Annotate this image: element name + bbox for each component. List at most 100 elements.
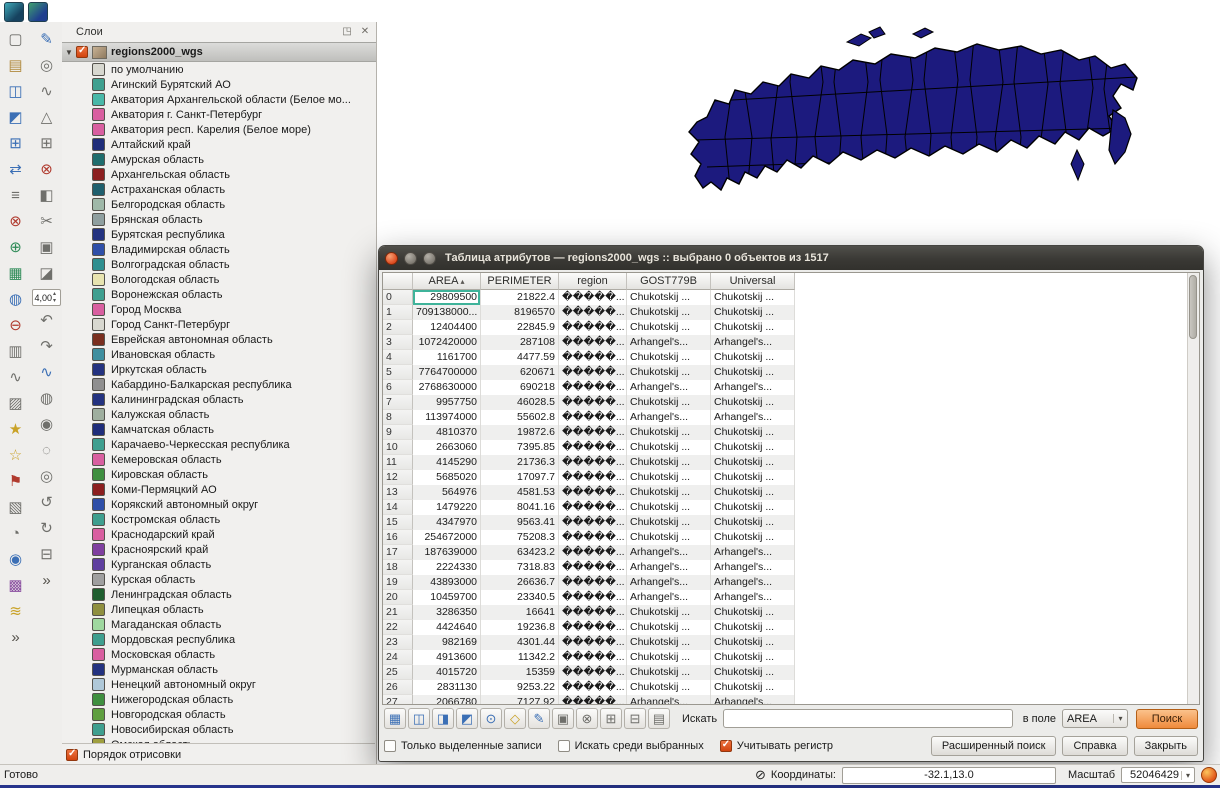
table-cell[interactable]: �����... — [559, 620, 627, 635]
layer-item[interactable]: Камчатская область — [62, 422, 375, 437]
layer-item[interactable]: Мордовская республика — [62, 632, 375, 647]
composer-icon[interactable]: ▧ — [3, 497, 28, 519]
grid-icon[interactable]: ≋ — [3, 601, 28, 623]
layer-item[interactable]: Иркутская область — [62, 362, 375, 377]
layer-item[interactable]: Мурманская область — [62, 662, 375, 677]
layer-item[interactable]: Амурская область — [62, 152, 375, 167]
table-cell[interactable]: 254672000 — [413, 530, 481, 545]
launcher-icon-1[interactable] — [4, 2, 24, 22]
delete-ring-icon[interactable]: ◌ — [34, 440, 59, 462]
table-cell[interactable]: Arhangel's... — [627, 560, 711, 575]
table-row[interactable]: 02980950021822.4�����...Chukotskij ...Ch… — [383, 290, 1199, 305]
table-cell[interactable]: 709138000... — [413, 305, 481, 320]
table-cell[interactable]: Arhangel's... — [627, 335, 711, 350]
column-header-region[interactable]: region — [559, 273, 627, 290]
field-calculator-icon[interactable]: ▤ — [648, 708, 670, 729]
table-cell[interactable]: 1072420000 — [413, 335, 481, 350]
case-sensitive-option[interactable]: Учитывать регистр — [720, 740, 833, 752]
layer-item[interactable]: Акватория респ. Карелия (Белое море) — [62, 122, 375, 137]
table-cell[interactable]: �����... — [559, 425, 627, 440]
table-cell[interactable]: 4581.53 — [481, 485, 559, 500]
table-cell[interactable]: 75208.3 — [481, 530, 559, 545]
table-cell[interactable]: Chukotskij ... — [627, 395, 711, 410]
table-cell[interactable]: Chukotskij ... — [711, 320, 795, 335]
scale-combobox[interactable]: 52046429 ▾ — [1121, 767, 1195, 783]
toggle-selection-icon[interactable]: ◨ — [432, 708, 454, 729]
table-cell[interactable]: 1161700 — [413, 350, 481, 365]
search-input[interactable] — [723, 709, 1013, 728]
table-cell[interactable]: �����... — [559, 440, 627, 455]
table-cell[interactable]: 9253.22 — [481, 680, 559, 695]
table-cell[interactable]: 690218 — [481, 380, 559, 395]
table-cell[interactable]: Arhangel's... — [711, 545, 795, 560]
table-row[interactable]: 239821694301.44�����...Chukotskij ...Chu… — [383, 635, 1199, 650]
table-cell[interactable]: Chukotskij ... — [711, 470, 795, 485]
chevron-down-icon[interactable]: ▾ — [1181, 771, 1194, 780]
table-cell[interactable]: Chukotskij ... — [711, 515, 795, 530]
map-extent-icon[interactable]: ◇ — [504, 708, 526, 729]
table-cell[interactable]: Arhangel's... — [711, 575, 795, 590]
overview-icon[interactable]: ◔ — [3, 523, 28, 545]
layer-item[interactable]: Калининградская область — [62, 392, 375, 407]
table-cell[interactable]: Chukotskij ... — [711, 290, 795, 305]
add-part-icon[interactable]: ◉ — [34, 414, 59, 436]
layer-item[interactable]: Московская область — [62, 647, 375, 662]
unselect-all-icon[interactable]: ▦ — [384, 708, 406, 729]
cut-features-icon[interactable]: ✂ — [34, 211, 59, 233]
table-cell[interactable]: �����... — [559, 530, 627, 545]
layer-item[interactable]: Костромская область — [62, 512, 375, 527]
add-raster-layer-icon[interactable]: ▦ — [3, 263, 28, 285]
only-selected-checkbox[interactable] — [384, 740, 396, 752]
rotate-point-icon[interactable]: ↻ — [34, 518, 59, 540]
table-row[interactable]: 2720667807127.92�����...Arhangel's...Arh… — [383, 695, 1199, 705]
layer-item[interactable]: Вологодская область — [62, 272, 375, 287]
table-cell[interactable]: �����... — [559, 605, 627, 620]
table-cell[interactable]: 2768630000 — [413, 380, 481, 395]
table-cell[interactable]: 620671 — [481, 365, 559, 380]
table-row[interactable]: 201045970023340.5�����...Arhangel's...Ar… — [383, 590, 1199, 605]
layer-item[interactable]: Новгородская область — [62, 707, 375, 722]
layer-item[interactable]: Нижегородская область — [62, 692, 375, 707]
table-cell[interactable]: 26636.7 — [481, 575, 559, 590]
layer-item[interactable]: Город Санкт-Петербург — [62, 317, 375, 332]
table-cell[interactable]: 46028.5 — [481, 395, 559, 410]
column-header-area[interactable]: AREA▴ — [413, 273, 481, 290]
table-cell[interactable]: Chukotskij ... — [627, 290, 711, 305]
table-cell[interactable]: 4913600 — [413, 650, 481, 665]
table-cell[interactable]: 8196570 — [481, 305, 559, 320]
select-by-expression-icon[interactable]: ◫ — [408, 708, 430, 729]
render-indicator-icon[interactable] — [1201, 767, 1217, 783]
table-cell[interactable]: �����... — [559, 575, 627, 590]
table-row[interactable]: 1709138000...8196570�����...Chukotskij .… — [383, 305, 1199, 320]
table-cell[interactable]: 5685020 — [413, 470, 481, 485]
layer-root-row[interactable]: ▼ regions2000_wgs — [62, 42, 376, 62]
open-attribute-table-icon[interactable]: ▥ — [3, 341, 28, 363]
table-cell[interactable]: 4810370 — [413, 425, 481, 440]
layer-item[interactable]: Волгоградская область — [62, 257, 375, 272]
minimize-window-icon[interactable] — [404, 252, 417, 265]
table-row[interactable]: 62768630000690218�����...Arhangel's...Ar… — [383, 380, 1199, 395]
table-row[interactable]: 9481037019872.6�����...Chukotskij ...Chu… — [383, 425, 1199, 440]
delete-selected-icon[interactable]: ⊗ — [34, 159, 59, 181]
table-cell[interactable]: 63423.2 — [481, 545, 559, 560]
copy-rows-icon[interactable]: ▣ — [552, 708, 574, 729]
only-selected-option[interactable]: Только выделенные записи — [384, 740, 542, 752]
expander-icon[interactable]: ▼ — [62, 48, 76, 57]
table-cell[interactable]: Chukotskij ... — [711, 455, 795, 470]
invert-selection-icon[interactable]: ◩ — [456, 708, 478, 729]
case-sensitive-checkbox[interactable] — [720, 740, 732, 752]
table-row[interactable]: 1414792208041.16�����...Chukotskij ...Ch… — [383, 500, 1199, 515]
table-cell[interactable]: 43893000 — [413, 575, 481, 590]
table-cell[interactable]: Arhangel's... — [711, 380, 795, 395]
table-cell[interactable]: 982169 — [413, 635, 481, 650]
table-cell[interactable]: �����... — [559, 395, 627, 410]
table-cell[interactable]: �����... — [559, 455, 627, 470]
open-project-icon[interactable]: ▤ — [3, 55, 28, 77]
bookmark-icon[interactable]: ★ — [3, 419, 28, 441]
merge-features-icon[interactable]: ⊟ — [34, 544, 59, 566]
new-bookmark-icon[interactable]: ☆ — [3, 445, 28, 467]
layer-item[interactable]: Карачаево-Черкесская республика — [62, 437, 375, 452]
table-cell[interactable]: 10459700 — [413, 590, 481, 605]
layer-item[interactable]: Коми-Пермяцкий АО — [62, 482, 375, 497]
table-cell[interactable]: 113974000 — [413, 410, 481, 425]
